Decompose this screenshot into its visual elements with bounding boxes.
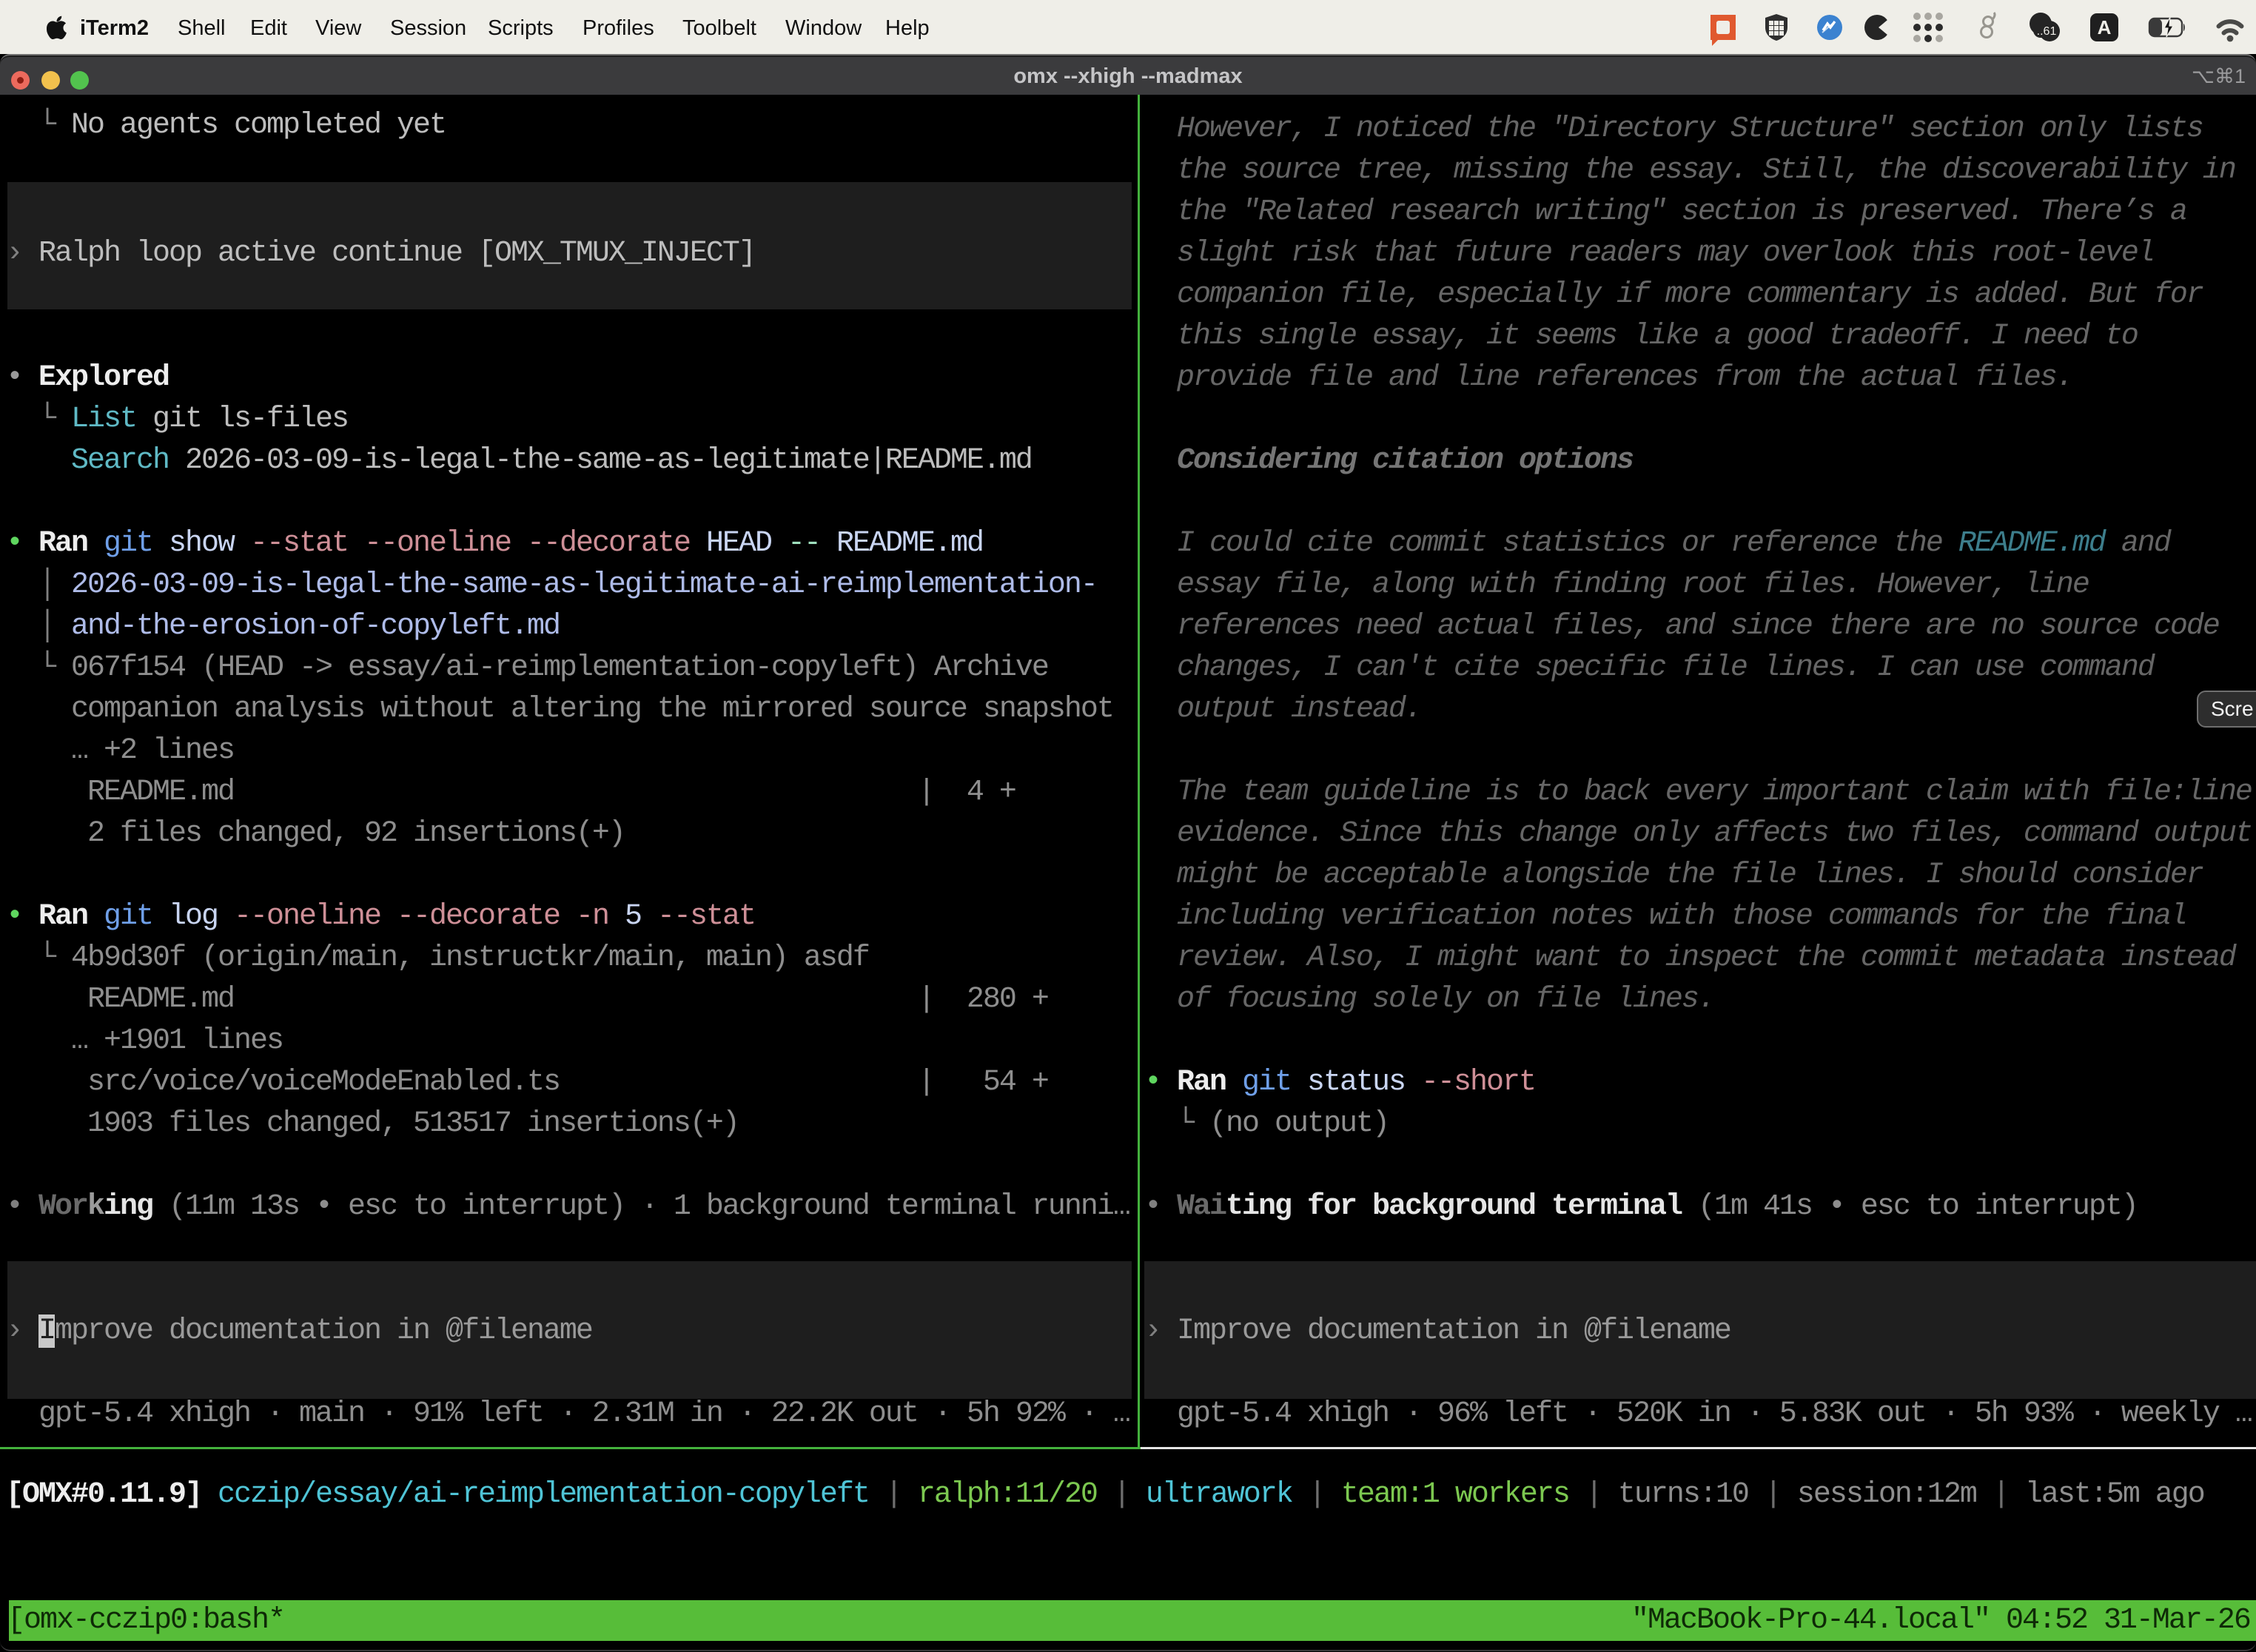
svg-text:..61: ..61 xyxy=(2037,25,2057,38)
svg-text:A: A xyxy=(2098,16,2112,38)
